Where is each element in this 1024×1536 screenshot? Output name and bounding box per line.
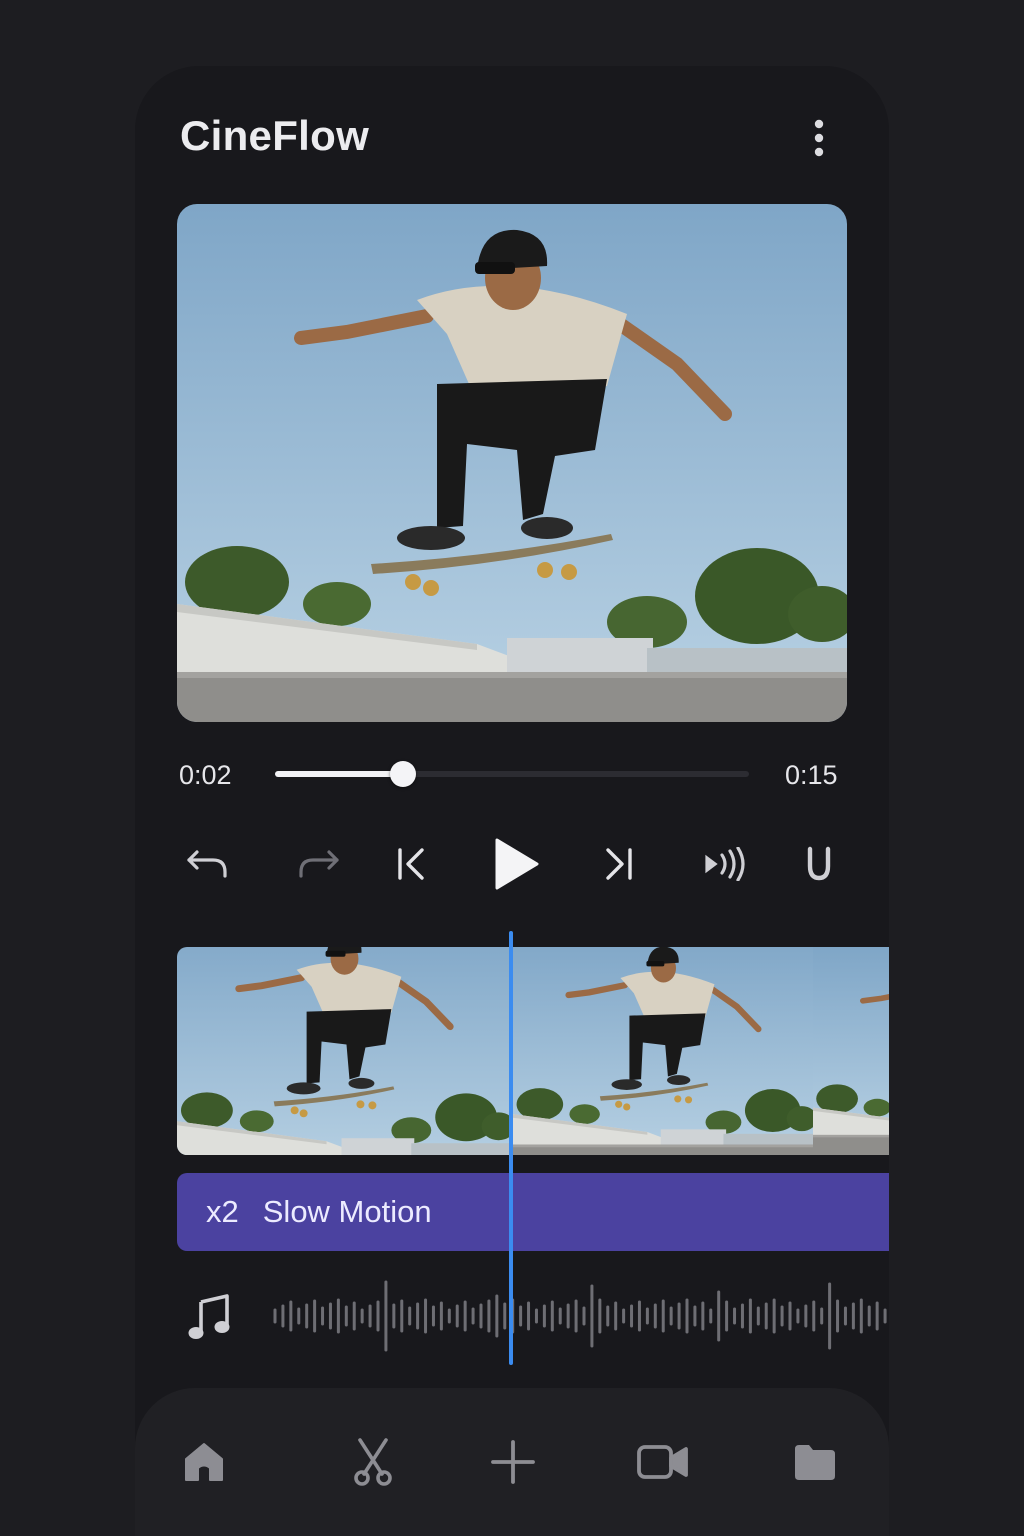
nav-projects[interactable] (783, 1432, 847, 1492)
nav-add[interactable] (481, 1432, 545, 1492)
scissors-icon (354, 1438, 392, 1486)
audio-track-button[interactable] (187, 1292, 233, 1342)
preview-frame-image (177, 204, 847, 722)
undo-icon (187, 850, 227, 878)
redo-button[interactable] (289, 834, 349, 894)
scrubber-handle[interactable] (389, 761, 416, 787)
skip-forward-button[interactable] (589, 834, 649, 894)
current-time: 0:02 (179, 760, 232, 790)
speed-multiplier: x2 (206, 1194, 239, 1229)
more-options-button[interactable] (799, 116, 839, 160)
nav-trim[interactable] (341, 1432, 405, 1492)
music-note-icon (188, 1294, 230, 1339)
video-camera-icon (637, 1445, 688, 1479)
clip-frame-image (177, 947, 511, 1155)
clip-frame-image (513, 947, 813, 1155)
playhead[interactable] (509, 931, 513, 1365)
volume-button[interactable] (695, 834, 755, 894)
skip-back-button[interactable] (381, 834, 441, 894)
scrubber-track[interactable] (275, 761, 749, 787)
effect-label: Slow Motion (262, 1194, 432, 1229)
home-icon (185, 1443, 223, 1481)
total-time: 0:15 (785, 760, 838, 790)
clip-frame-image (813, 947, 889, 1155)
skip-forward-icon (606, 848, 632, 880)
video-clip-thumbnail (813, 947, 889, 1155)
nav-video[interactable] (631, 1432, 695, 1492)
video-clip-thumbnail (513, 947, 813, 1155)
app-title: CineFlow (180, 112, 370, 159)
scrubber-progress (275, 771, 403, 777)
phone-frame: CineFlow 0:02 0:15 x2 Slow Motion (135, 66, 889, 1536)
slow-motion-effect-clip[interactable]: x2 Slow Motion (177, 1173, 889, 1251)
bottom-navigation (135, 1388, 889, 1536)
audio-waveform[interactable] (271, 1276, 889, 1356)
nav-home[interactable] (172, 1432, 236, 1492)
more-vertical-icon (814, 119, 824, 157)
magnet-button[interactable] (789, 834, 849, 894)
play-button[interactable] (485, 834, 545, 894)
play-icon (495, 838, 539, 890)
plus-icon (491, 1440, 535, 1484)
video-preview[interactable] (177, 204, 847, 722)
skip-back-icon (398, 848, 424, 880)
video-track[interactable] (177, 947, 889, 1155)
video-clip-thumbnail (177, 947, 511, 1155)
redo-icon (299, 850, 339, 878)
undo-button[interactable] (177, 834, 237, 894)
volume-icon (705, 847, 745, 881)
folder-icon (795, 1445, 835, 1480)
magnet-icon (807, 846, 831, 881)
